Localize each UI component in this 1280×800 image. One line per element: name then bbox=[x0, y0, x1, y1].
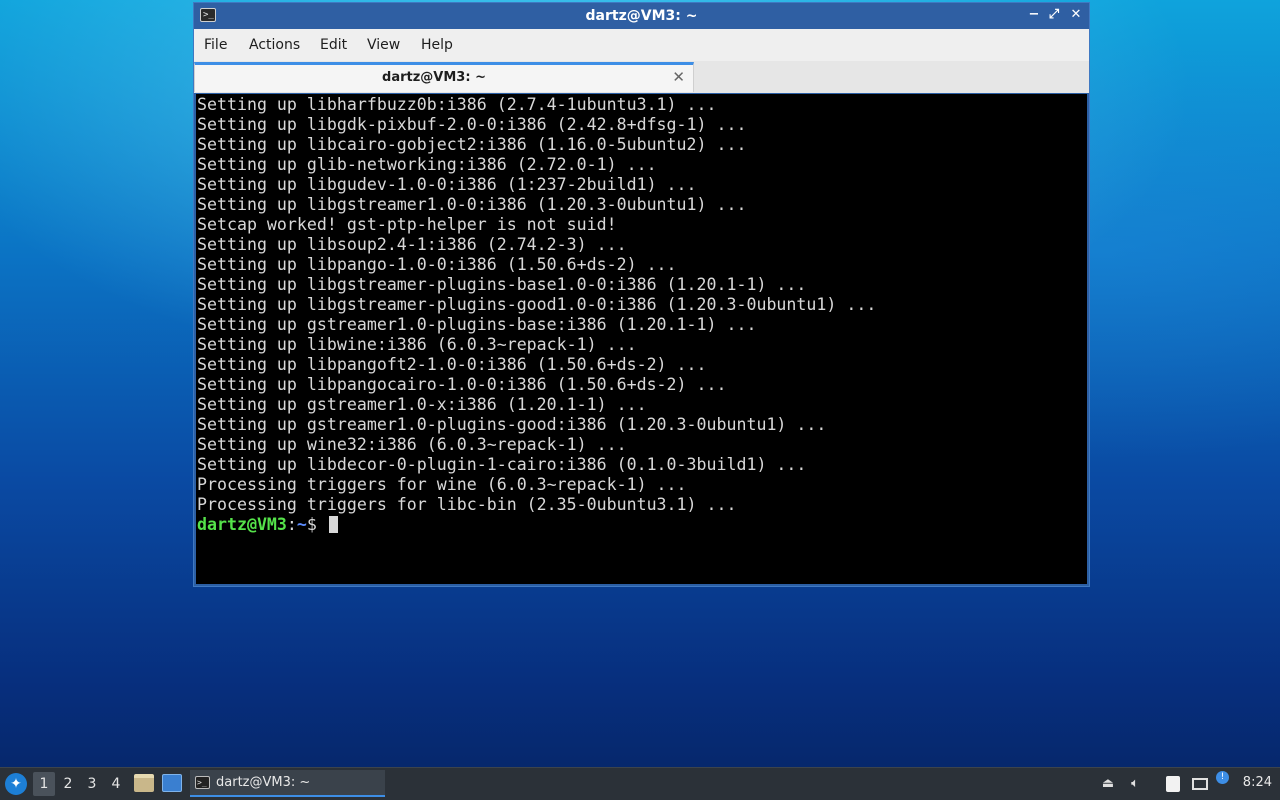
menu-actions[interactable]: Actions bbox=[249, 37, 300, 53]
terminal-icon: >_ bbox=[195, 776, 210, 789]
terminal-line: Setting up glib-networking:i386 (2.72.0-… bbox=[197, 155, 657, 174]
terminal-line: Setting up libsoup2.4-1:i386 (2.74.2-3) … bbox=[197, 235, 627, 254]
terminal-line: Setting up libgdk-pixbuf-2.0-0:i386 (2.4… bbox=[197, 115, 747, 134]
terminal-line: Setting up libharfbuzz0b:i386 (2.7.4-1ub… bbox=[197, 95, 717, 114]
removable-media-icon[interactable]: ⏏ bbox=[1099, 775, 1117, 793]
menu-file[interactable]: File bbox=[204, 37, 227, 53]
close-button[interactable]: ✕ bbox=[1068, 7, 1084, 23]
text-cursor bbox=[328, 516, 338, 533]
terminal-line: Processing triggers for wine (6.0.3~repa… bbox=[197, 475, 687, 494]
menu-help[interactable]: Help bbox=[421, 37, 453, 53]
desktop-switch-1[interactable]: 1 bbox=[33, 772, 55, 796]
maximize-button[interactable]: ⤢ bbox=[1046, 7, 1062, 23]
terminal-line: Setting up libpango-1.0-0:i386 (1.50.6+d… bbox=[197, 255, 677, 274]
desktop-switch-2[interactable]: 2 bbox=[57, 772, 79, 796]
menu-edit[interactable]: Edit bbox=[320, 37, 347, 53]
menubar: File Actions Edit View Help bbox=[194, 29, 1089, 62]
terminal-line: Setting up libpangoft2-1.0-0:i386 (1.50.… bbox=[197, 355, 707, 374]
terminal-line: Setting up libdecor-0-plugin-1-cairo:i38… bbox=[197, 455, 807, 474]
prompt-symbol: $ bbox=[306, 515, 327, 534]
terminal-line: Setting up libwine:i386 (6.0.3~repack-1)… bbox=[197, 335, 637, 354]
terminal-line: Setting up libgstreamer1.0-0:i386 (1.20.… bbox=[197, 195, 747, 214]
update-notifier-icon[interactable]: ! bbox=[1216, 771, 1234, 789]
terminal-tab[interactable]: dartz@VM3: ~ ✕ bbox=[194, 62, 694, 92]
terminal-line: Setting up gstreamer1.0-plugins-good:i38… bbox=[197, 415, 827, 434]
file-manager-icon[interactable] bbox=[134, 774, 154, 792]
terminal-output[interactable]: Setting up libharfbuzz0b:i386 (2.7.4-1ub… bbox=[196, 94, 1087, 584]
window-titlebar[interactable]: >_ dartz@VM3: ~ − ⤢ ✕ bbox=[194, 3, 1089, 29]
tab-close-icon[interactable]: ✕ bbox=[672, 68, 685, 86]
terminal-line: Setting up libcairo-gobject2:i386 (1.16.… bbox=[197, 135, 747, 154]
minimize-button[interactable]: − bbox=[1026, 7, 1042, 23]
desktop-switch-4[interactable]: 4 bbox=[105, 772, 127, 796]
tab-bar: dartz@VM3: ~ ✕ bbox=[194, 61, 1089, 93]
desktop-switch-3[interactable]: 3 bbox=[81, 772, 103, 796]
terminal-line: Processing triggers for libc-bin (2.35-0… bbox=[197, 495, 737, 514]
window-title: dartz@VM3: ~ bbox=[585, 8, 698, 24]
prompt-user: dartz@VM3 bbox=[197, 515, 287, 534]
terminal-line: Setting up wine32:i386 (6.0.3~repack-1) … bbox=[197, 435, 627, 454]
clock: 8:24 bbox=[1242, 775, 1272, 790]
terminal-line: Setting up gstreamer1.0-plugins-base:i38… bbox=[197, 315, 757, 334]
prompt-separator: : bbox=[286, 515, 297, 534]
terminal-line: Setting up gstreamer1.0-x:i386 (1.20.1-1… bbox=[197, 395, 647, 414]
terminal-window[interactable]: >_ dartz@VM3: ~ − ⤢ ✕ File Actions Edit … bbox=[193, 2, 1090, 587]
tab-title: dartz@VM3: ~ bbox=[382, 70, 486, 85]
taskbar-task-terminal[interactable]: >_ dartz@VM3: ~ bbox=[190, 770, 385, 797]
terminal-prompt[interactable]: dartz@VM3:~$ bbox=[197, 515, 1087, 535]
terminal-line: Setting up libgstreamer-plugins-good1.0-… bbox=[197, 295, 877, 314]
menu-view[interactable]: View bbox=[367, 37, 400, 53]
clipboard-icon[interactable] bbox=[1164, 775, 1182, 793]
terminal-line: Setcap worked! gst-ptp-helper is not sui… bbox=[197, 215, 617, 234]
terminal-line: Setting up libpangocairo-1.0-0:i386 (1.5… bbox=[197, 375, 727, 394]
network-icon[interactable] bbox=[1191, 775, 1209, 793]
taskbar: ✦ 1 2 3 4 >_ dartz@VM3: ~ ⏏ 🔈︎ ! 8:24 bbox=[0, 767, 1280, 800]
terminal-line: Setting up libgstreamer-plugins-base1.0-… bbox=[197, 275, 807, 294]
prompt-path: ~ bbox=[296, 515, 307, 534]
terminal-line: Setting up libgudev-1.0-0:i386 (1:237-2b… bbox=[197, 175, 697, 194]
task-label: dartz@VM3: ~ bbox=[216, 775, 311, 790]
lubuntu-menu-icon[interactable]: ✦ bbox=[5, 773, 27, 795]
volume-icon[interactable]: 🔈︎ bbox=[1126, 775, 1144, 793]
show-desktop-icon[interactable] bbox=[162, 774, 182, 792]
